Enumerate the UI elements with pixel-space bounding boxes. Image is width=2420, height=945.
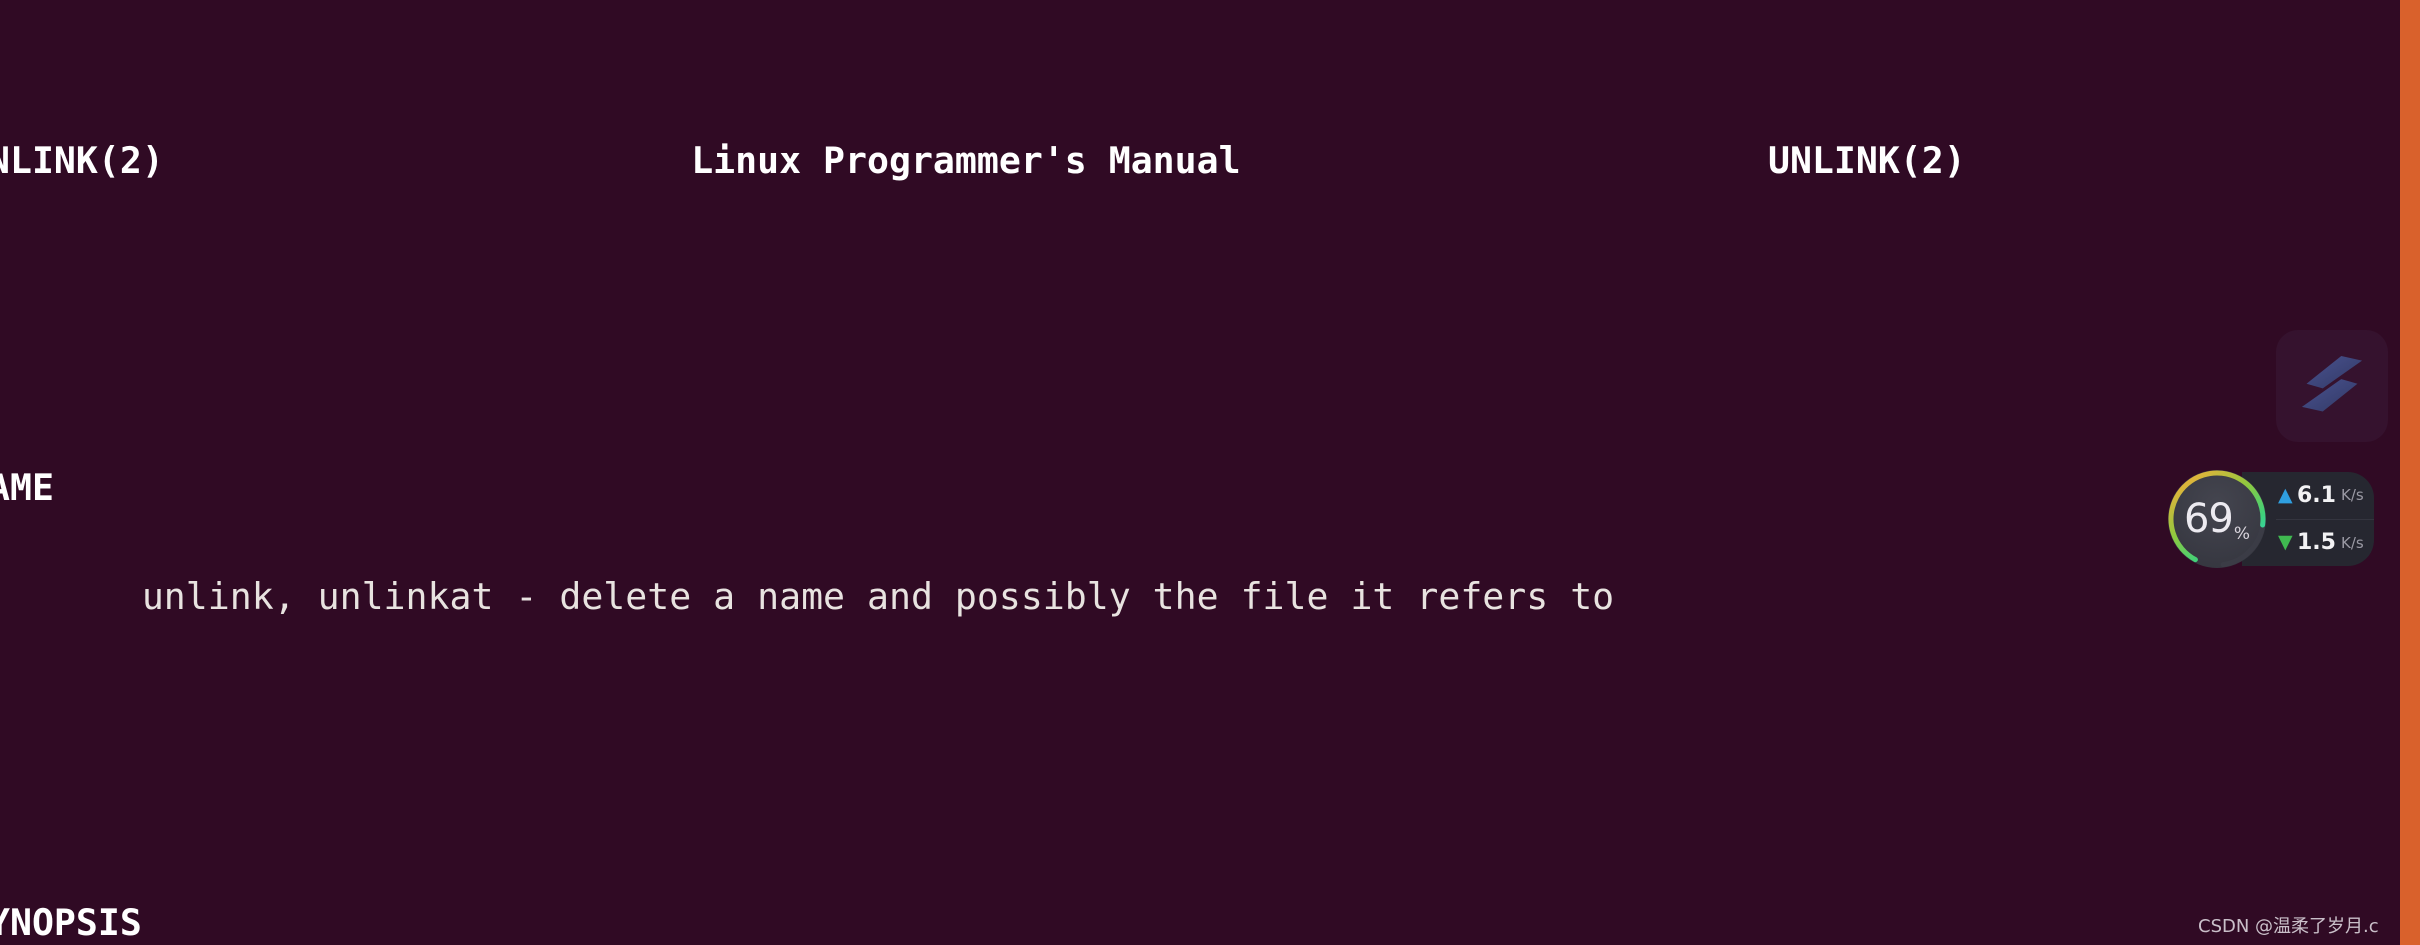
window-right-edge (2400, 0, 2420, 945)
terminal-window[interactable]: NLINK(2) Linux Programmer's Manual UNLIN… (0, 0, 2400, 945)
arrow-up-icon: ▲ (2278, 483, 2293, 506)
download-speed-row: ▼ 1.5 K/s (2276, 518, 2374, 567)
lightning-bolt-icon (2301, 355, 2363, 412)
upload-speed-unit: K/s (2340, 486, 2364, 505)
brand-logo-tile[interactable] (2276, 330, 2388, 442)
gauge-value: 69 (2183, 496, 2234, 542)
download-speed-value: 1.5 (2297, 530, 2336, 556)
gauge-readout: 69 % (2162, 464, 2272, 574)
cpu-usage-gauge[interactable]: 69 % (2162, 464, 2272, 574)
man-header-line: NLINK(2) Linux Programmer's Manual UNLIN… (0, 142, 2400, 179)
name-body-line: unlink, unlinkat - delete a name and pos… (141, 574, 1615, 618)
man-page-content: NLINK(2) Linux Programmer's Manual UNLIN… (0, 0, 2400, 945)
upload-speed-value: 6.1 (2297, 482, 2336, 508)
man-header-left: NLINK(2) Linux Programmer's Manual UNLIN… (0, 139, 1966, 183)
section-heading-name: AME (0, 465, 54, 509)
section-heading-synopsis: YNOPSIS (0, 901, 142, 945)
arrow-down-icon: ▼ (2278, 531, 2293, 554)
download-speed-unit: K/s (2340, 533, 2364, 552)
gauge-unit: % (2233, 524, 2251, 544)
upload-speed-row: ▲ 6.1 K/s (2276, 472, 2374, 519)
system-monitor-widget[interactable]: 69 % ▲ 6.1 K/s ▼ 1.5 K/s (2162, 464, 2374, 574)
